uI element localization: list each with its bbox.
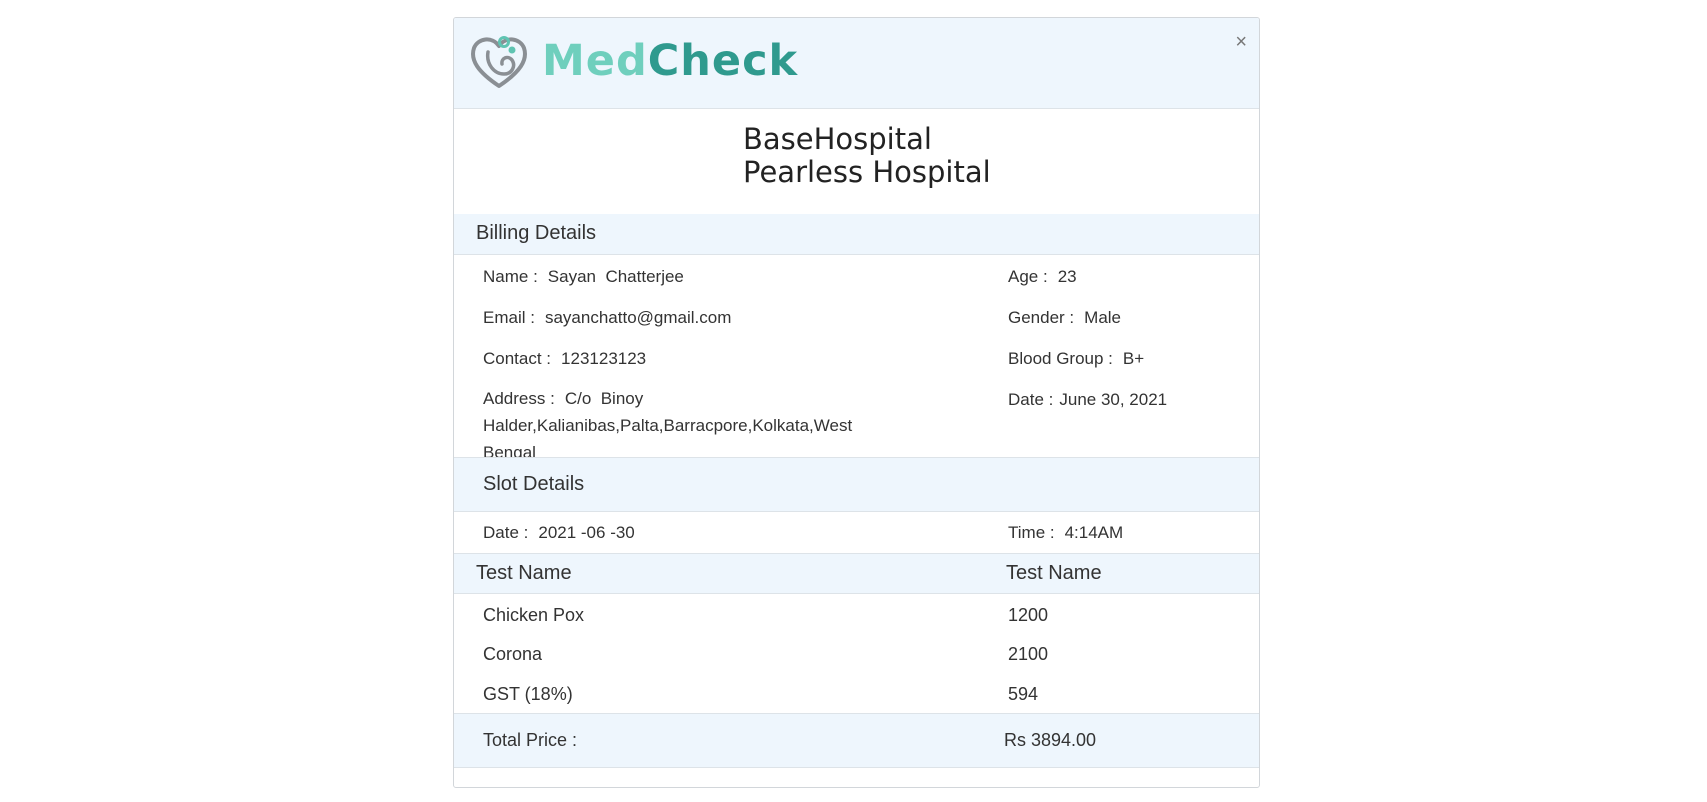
patient-name: Name : Sayan Chatterjee: [483, 267, 684, 287]
gender-label: Gender :: [1008, 308, 1075, 327]
slot-details-header: Slot Details: [454, 457, 1259, 512]
email-label: Email :: [483, 308, 535, 327]
name-label: Name :: [483, 267, 538, 286]
tests-table-header: Test Name Test Name: [454, 553, 1259, 594]
hospital-base-name: BaseHospital: [743, 122, 932, 156]
test-name: Chicken Pox: [483, 605, 585, 625]
patient-contact: Contact : 123123123: [483, 349, 646, 369]
slot-time-label: Time :: [1008, 523, 1055, 542]
slot-time: Time : 4:14AM: [1008, 523, 1123, 543]
tax-name: GST (18%): [483, 684, 573, 704]
blood-group-value: B+: [1122, 349, 1145, 368]
patient-address: Address : C/o Binoy Halder,Kalianibas,Pal…: [483, 385, 863, 466]
patient-email: Email : sayanchatto@gmail.com: [483, 308, 731, 328]
logo-wordmark-part1: Med: [542, 36, 648, 86]
tests-col-name-header: Test Name: [476, 562, 572, 584]
slot-time-value: 4:14AM: [1064, 523, 1124, 542]
test-price: 2100: [1008, 644, 1049, 664]
billing-date-value: June 30, 2021: [1059, 390, 1168, 409]
tax-amount: 594: [1008, 684, 1039, 704]
hospital-name: Pearless Hospital: [743, 155, 991, 189]
tests-col-price-header: Test Name: [1006, 562, 1102, 584]
name-value: Sayan Chatterjee: [547, 267, 684, 286]
contact-value: 123123123: [561, 349, 647, 368]
patient-blood-group: Blood Group : B+: [1008, 349, 1144, 369]
total-price-label: Total Price :: [483, 730, 578, 750]
close-button[interactable]: ×: [1235, 32, 1247, 52]
patient-age: Age : 23: [1008, 267, 1077, 287]
slot-date-value: 2021 -06 -30: [538, 523, 635, 542]
email-value: sayanchatto@gmail.com: [544, 308, 732, 327]
gender-value: Male: [1084, 308, 1122, 327]
heart-stethoscope-icon: [471, 36, 527, 88]
address-label: Address :: [483, 389, 555, 408]
billing-modal: MedCheck × BaseHospital Pearless Hospita…: [453, 17, 1260, 788]
test-name: Corona: [483, 644, 543, 664]
billing-date-label: Date :: [1008, 390, 1054, 409]
billing-details-header: Billing Details: [454, 214, 1259, 255]
test-price: 1200: [1008, 605, 1049, 625]
logo-wordmark-part2: Check: [647, 36, 799, 86]
contact-label: Contact :: [483, 349, 552, 368]
logo-wordmark: MedCheck: [542, 36, 798, 86]
total-price-value: Rs 3894.00: [1004, 730, 1097, 750]
age-value: 23: [1057, 267, 1077, 286]
blood-group-label: Blood Group :: [1008, 349, 1113, 368]
modal-header: MedCheck ×: [454, 18, 1259, 109]
total-price-row: Total Price : Rs 3894.00: [454, 713, 1259, 768]
billing-details-title: Billing Details: [476, 222, 597, 244]
age-label: Age :: [1008, 267, 1048, 286]
patient-gender: Gender : Male: [1008, 308, 1121, 328]
slot-date: Date : 2021 -06 -30: [483, 523, 635, 543]
slot-details-title: Slot Details: [483, 473, 585, 495]
hospital-block: BaseHospital Pearless Hospital: [454, 108, 1259, 215]
medcheck-logo: MedCheck: [468, 30, 798, 92]
slot-date-label: Date :: [483, 523, 529, 542]
billing-date: Date : June 30, 2021: [1008, 390, 1167, 410]
